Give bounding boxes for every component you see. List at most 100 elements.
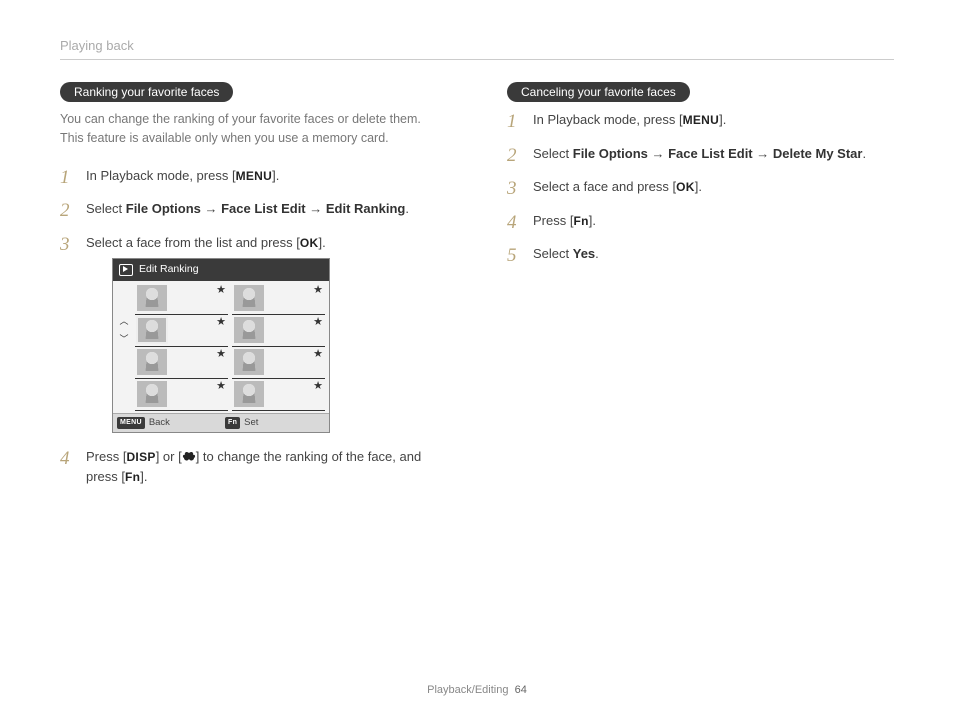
face-thumbnail [137, 285, 167, 311]
yes-option: Yes [573, 246, 595, 261]
arrow: → [306, 201, 326, 216]
page-footer: Playback/Editing 64 [0, 684, 954, 696]
ok-button-label: OK [300, 236, 319, 250]
menu-path-item: Delete My Star [773, 146, 863, 161]
edit-ranking-screen: Edit Ranking ★ ★ ︿﹀ [112, 258, 330, 433]
face-thumbnail [137, 349, 167, 375]
step-text: Select [86, 201, 126, 216]
face-thumbnail [234, 381, 264, 407]
rank-arrows: ︿﹀ [113, 315, 135, 347]
step-text: Press [ [86, 449, 126, 464]
face-thumbnail-selected [137, 317, 167, 343]
step-text: Select a face and press [ [533, 179, 676, 194]
section-header: Playing back [60, 38, 894, 53]
menu-key-icon: MENU [117, 417, 145, 430]
star-icon: ★ [313, 282, 323, 299]
face-cell: ★ [135, 379, 228, 411]
step-text: ]. [140, 469, 147, 484]
fn-button-label: Fn [573, 214, 588, 228]
face-thumbnail [234, 285, 264, 311]
step-text: ] or [ [156, 449, 182, 464]
step-text: ]. [589, 213, 596, 228]
menu-path-item: Face List Edit [221, 201, 306, 216]
disp-button-label: DISP [126, 450, 155, 464]
face-cell: ★ [135, 315, 228, 347]
menu-path-item: File Options [573, 146, 648, 161]
star-icon: ★ [216, 282, 226, 299]
step-text: ]. [272, 168, 279, 183]
step-1: In Playback mode, press [MENU]. [60, 166, 447, 186]
star-icon: ★ [313, 378, 323, 395]
step-text: Press [ [533, 213, 573, 228]
fn-key-icon: Fn [225, 417, 240, 430]
two-column-layout: Ranking your favorite faces You can chan… [60, 82, 894, 500]
chevron-down-icon: ﹀ [119, 333, 128, 347]
step-text: ]. [319, 235, 326, 250]
face-cell: ★ [135, 283, 228, 315]
page: Playing back Ranking your favorite faces… [0, 0, 954, 530]
intro-text: You can change the ranking of your favor… [60, 110, 447, 148]
menu-button-label: MENU [236, 169, 273, 183]
step-text: Select [533, 146, 573, 161]
menu-path-item: Edit Ranking [326, 201, 405, 216]
menu-path-item: File Options [126, 201, 201, 216]
step-text: In Playback mode, press [ [86, 168, 236, 183]
ui-footer-back-label: Back [149, 416, 170, 430]
face-row: ★ ★ [113, 347, 329, 379]
menu-path-item: Face List Edit [668, 146, 753, 161]
face-cell: ★ [232, 315, 325, 347]
ui-footer: MENU Back Fn Set [113, 413, 329, 432]
step-3: Select a face from the list and press [O… [60, 233, 447, 434]
step-4: Press [Fn]. [507, 211, 894, 231]
chapter-label: Playback/Editing [427, 684, 508, 696]
step-5: Select Yes. [507, 244, 894, 264]
steps-list-left: In Playback mode, press [MENU]. Select F… [60, 166, 447, 487]
face-cell: ★ [232, 347, 325, 379]
chevron-up-icon: ︿ [119, 315, 128, 329]
star-icon: ★ [216, 314, 226, 331]
page-number: 64 [515, 684, 527, 696]
subsection-pill-canceling: Canceling your favorite faces [507, 82, 690, 102]
face-thumbnail [234, 349, 264, 375]
ui-title: Edit Ranking [139, 262, 199, 278]
face-row: ︿﹀ ★ ★ [113, 315, 329, 347]
face-cell: ★ [135, 347, 228, 379]
step-text: . [405, 201, 409, 216]
arrow: → [753, 146, 773, 161]
star-icon: ★ [313, 346, 323, 363]
step-3: Select a face and press [OK]. [507, 177, 894, 197]
face-thumbnail [234, 317, 264, 343]
step-1: In Playback mode, press [MENU]. [507, 110, 894, 130]
arrow: → [648, 146, 668, 161]
step-text: ]. [719, 112, 726, 127]
ui-footer-set-label: Set [244, 416, 258, 430]
star-icon: ★ [216, 346, 226, 363]
face-row: ★ ★ [113, 283, 329, 315]
star-icon: ★ [313, 314, 323, 331]
step-2: Select File Options → Face List Edit → E… [60, 199, 447, 219]
macro-icon [182, 451, 196, 463]
face-thumbnail [137, 381, 167, 407]
step-2: Select File Options → Face List Edit → D… [507, 144, 894, 164]
face-cell: ★ [232, 379, 325, 411]
left-column: Ranking your favorite faces You can chan… [60, 82, 447, 500]
step-text: . [595, 246, 599, 261]
ui-body: ★ ★ ︿﹀ ★ ★ ★ [113, 281, 329, 413]
menu-button-label: MENU [683, 113, 720, 127]
step-text: . [862, 146, 866, 161]
star-icon: ★ [216, 378, 226, 395]
step-text: Select a face from the list and press [ [86, 235, 300, 250]
face-cell: ★ [232, 283, 325, 315]
fn-button-label: Fn [125, 470, 140, 484]
step-text: Select [533, 246, 573, 261]
step-text: ]. [695, 179, 702, 194]
step-text: In Playback mode, press [ [533, 112, 683, 127]
ui-footer-set: Fn Set [221, 414, 329, 432]
ui-footer-back: MENU Back [113, 414, 221, 432]
arrow: → [201, 201, 221, 216]
step-4: Press [DISP] or [] to change the ranking… [60, 447, 447, 486]
right-column: Canceling your favorite faces In Playbac… [507, 82, 894, 500]
ok-button-label: OK [676, 180, 695, 194]
playback-icon [119, 264, 133, 276]
ui-titlebar: Edit Ranking [113, 259, 329, 281]
